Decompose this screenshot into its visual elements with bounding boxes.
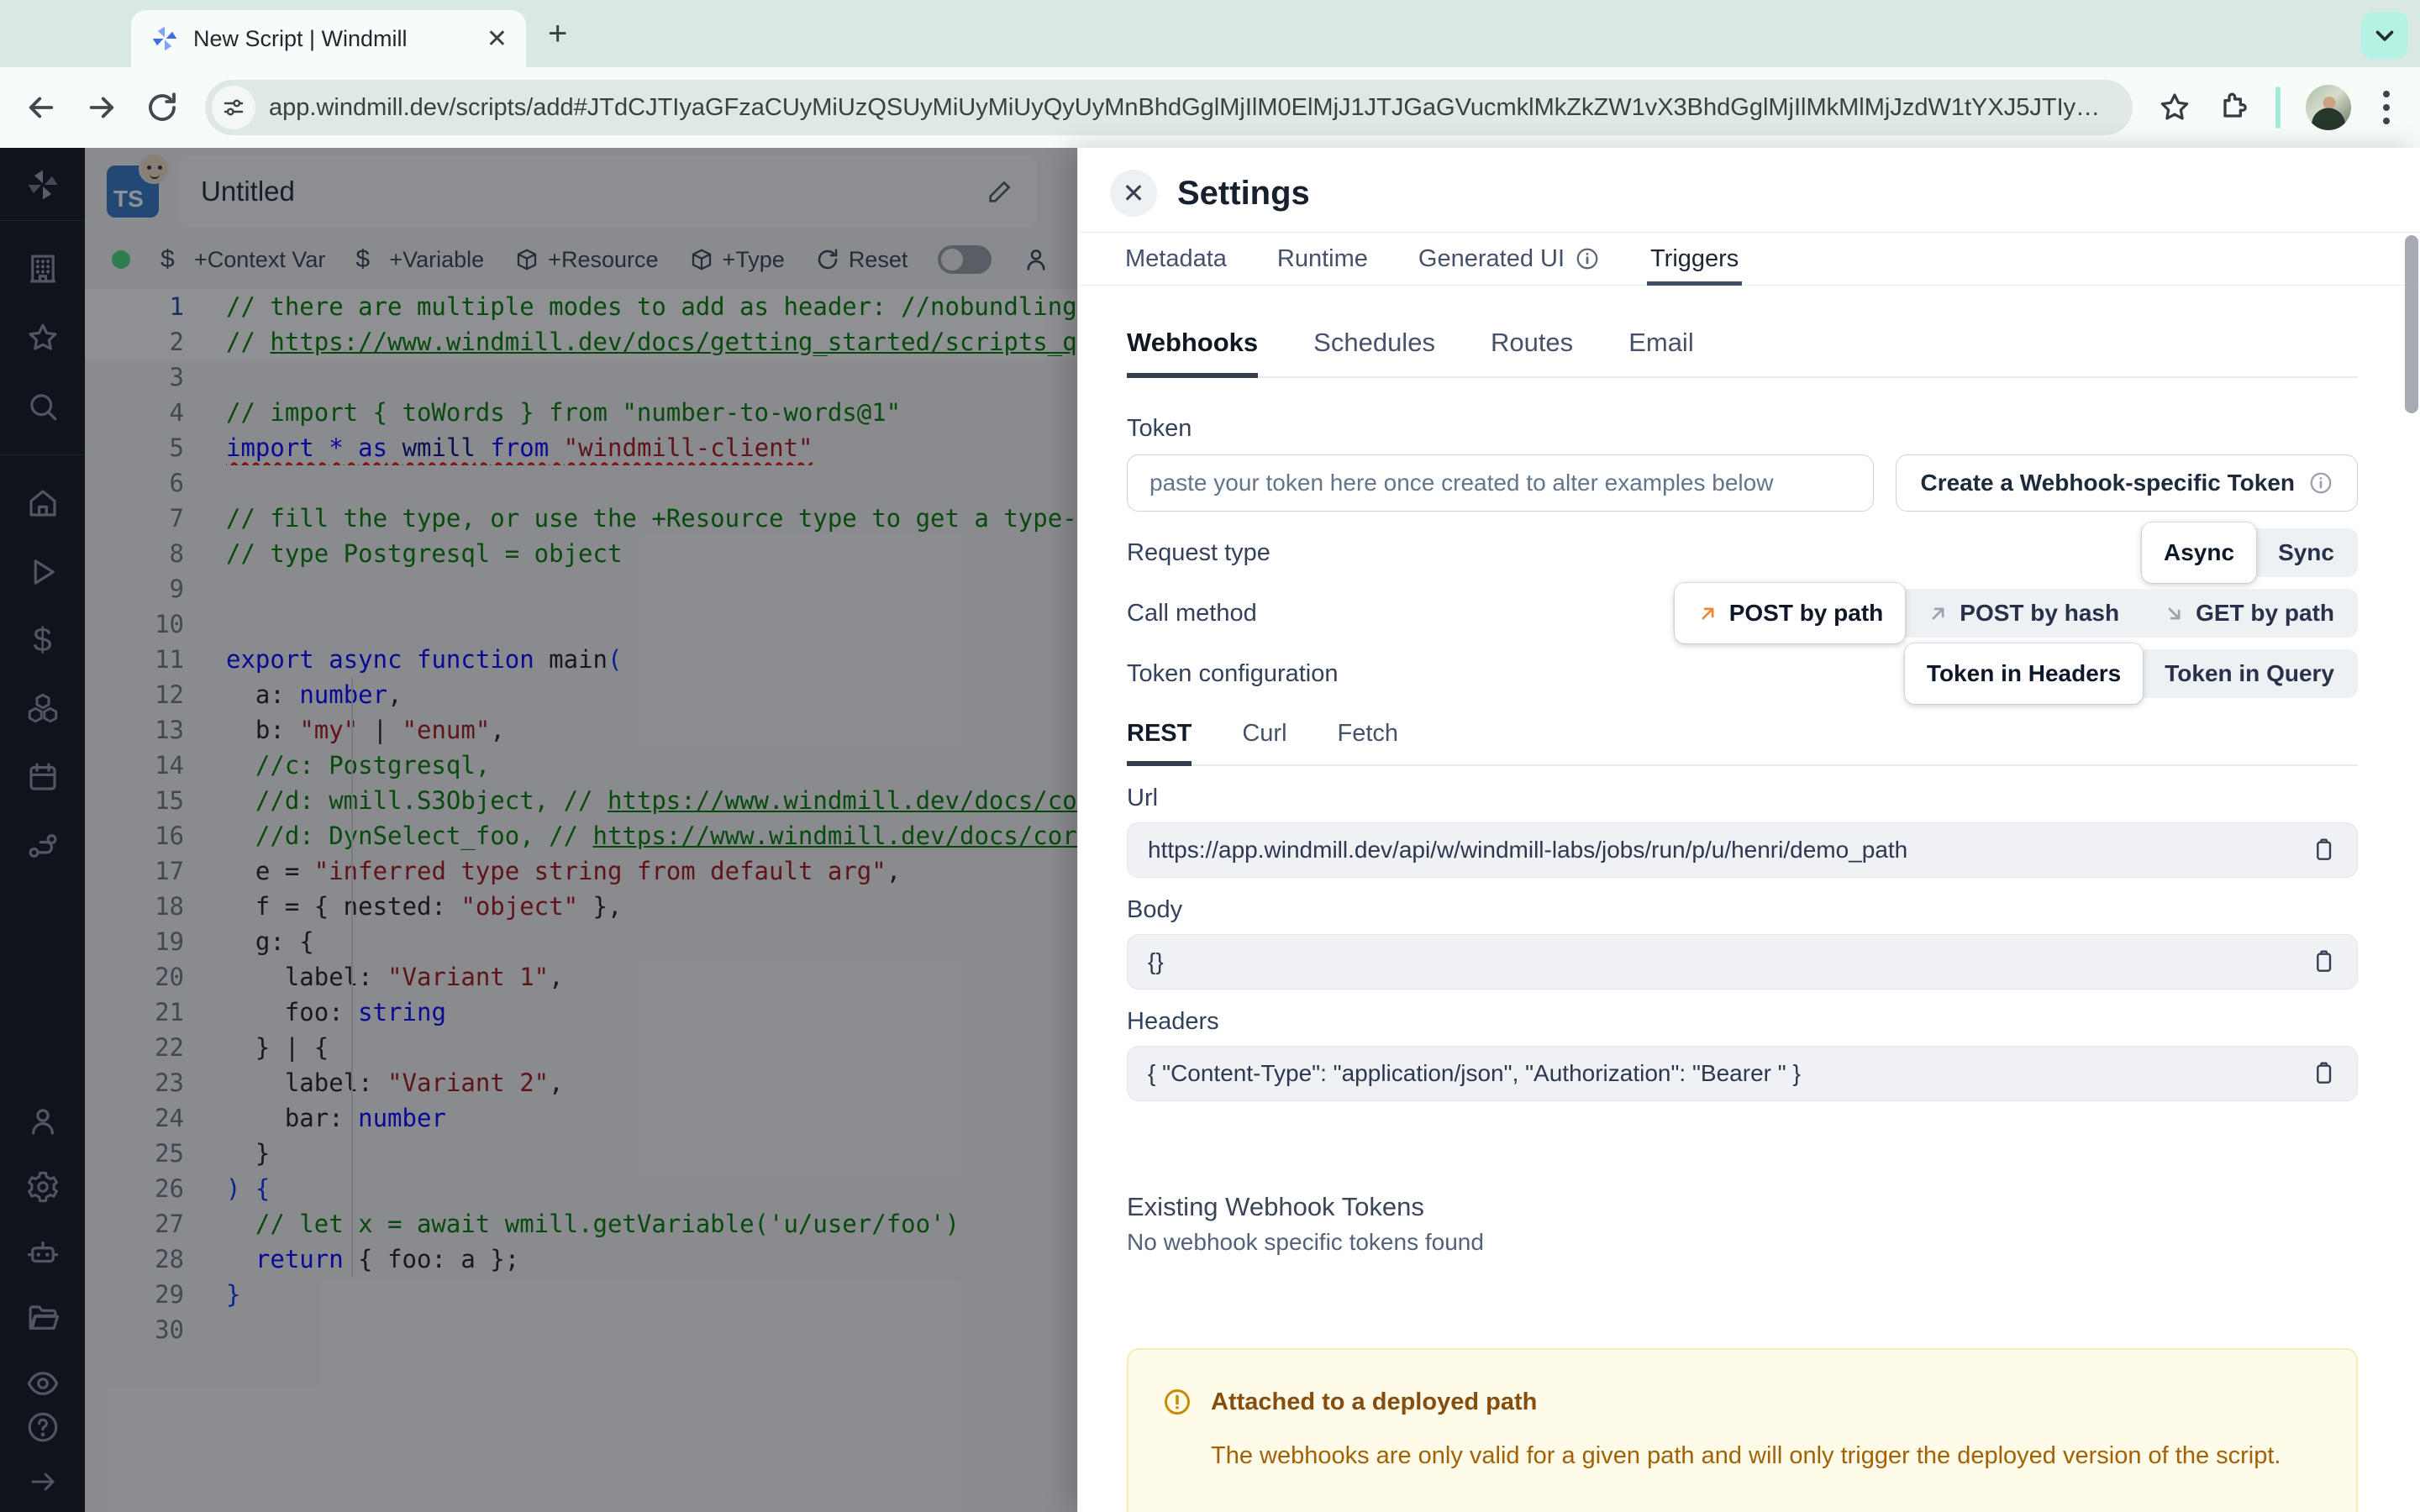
example-tabs: REST Curl Fetch: [1127, 720, 2358, 766]
profile-avatar[interactable]: [2306, 85, 2351, 130]
headers-value: { "Content-Type": "application/json", "A…: [1148, 1060, 1801, 1086]
existing-tokens-title: Existing Webhook Tokens: [1127, 1192, 1424, 1221]
drawer-header: ✕ Settings: [1078, 148, 2420, 232]
token-label: Token: [1127, 415, 1192, 442]
token-configuration-row: Token configuration Token in Headers Tok…: [1127, 643, 2358, 704]
triggers-panel: Webhooks Schedules Routes Email Token Cr…: [1078, 286, 2420, 1512]
site-settings-icon[interactable]: [212, 86, 255, 129]
copy-clipboard-icon[interactable]: [2310, 948, 2337, 975]
token-configuration-label: Token configuration: [1127, 659, 1339, 687]
tab-email[interactable]: Email: [1628, 328, 1694, 376]
toolbar-separator: [2275, 87, 2281, 129]
back-icon[interactable]: [24, 90, 59, 125]
copy-clipboard-icon[interactable]: [2310, 1060, 2337, 1087]
new-tab-icon[interactable]: +: [548, 17, 567, 50]
warning-message: The webhooks are only valid for a given …: [1211, 1442, 2281, 1469]
deployed-path-warning: Attached to a deployed path The webhooks…: [1127, 1348, 2358, 1512]
request-type-label: Request type: [1127, 538, 1270, 566]
address-bar[interactable]: app.windmill.dev/scripts/add#JTdCJTIyaGF…: [205, 80, 2133, 135]
windmill-favicon: [152, 26, 177, 51]
url-value: https://app.windmill.dev/api/w/windmill-…: [1148, 837, 1908, 863]
body-label: Body: [1127, 896, 1183, 923]
browser-chrome: New Script | Windmill ✕ + app.windmill.d…: [0, 0, 2420, 148]
tab-fetch[interactable]: Fetch: [1338, 720, 1399, 764]
url-field[interactable]: https://app.windmill.dev/api/w/windmill-…: [1127, 822, 2358, 878]
token-input[interactable]: [1127, 454, 1875, 512]
token-in-query[interactable]: Token in Query: [2143, 660, 2356, 687]
screen: New Script | Windmill ✕ + app.windmill.d…: [0, 0, 2420, 1512]
request-type-sync[interactable]: Sync: [2256, 539, 2356, 566]
extensions-puzzle-icon[interactable]: [2217, 91, 2250, 124]
browser-toolbar: app.windmill.dev/scripts/add#JTdCJTIyaGF…: [0, 67, 2420, 148]
tab-generated-ui[interactable]: Generated UI: [1418, 233, 1600, 285]
tab-close-icon[interactable]: ✕: [487, 24, 508, 54]
call-method-label: Call method: [1127, 599, 1257, 627]
headers-label: Headers: [1127, 1008, 1219, 1035]
token-configuration-toggle: Token in Headers Token in Query: [1902, 643, 2358, 704]
tab-schedules[interactable]: Schedules: [1313, 328, 1435, 376]
drawer-scrollbar[interactable]: [2405, 235, 2418, 413]
browser-menu-icon[interactable]: [2376, 91, 2396, 124]
warning-icon: [1165, 1389, 1190, 1415]
arrow-up-right-icon: [1932, 607, 1944, 619]
request-type-async[interactable]: Async: [2142, 522, 2257, 583]
drawer-backdrop[interactable]: [0, 148, 1077, 1512]
warning-title: Attached to a deployed path: [1211, 1388, 1538, 1415]
call-method-row: Call method POST by path POST by hash GE…: [1127, 583, 2358, 643]
request-type-toggle: Async Sync: [2140, 522, 2358, 583]
info-icon: [1576, 248, 1598, 270]
bookmark-star-icon[interactable]: [2158, 91, 2191, 124]
tab-rest[interactable]: REST: [1127, 720, 1192, 766]
tab-triggers[interactable]: Triggers: [1647, 233, 1743, 286]
body-field[interactable]: {}: [1127, 934, 2358, 990]
call-method-toggle: POST by path POST by hash GET by path: [1672, 583, 2358, 643]
trigger-type-tabs: Webhooks Schedules Routes Email: [1127, 328, 2358, 378]
existing-tokens-empty: No webhook specific tokens found: [1127, 1229, 1484, 1255]
browser-tab[interactable]: New Script | Windmill ✕: [131, 10, 526, 67]
tab-title: New Script | Windmill: [193, 25, 408, 51]
url-label: Url: [1127, 785, 1159, 811]
tab-curl[interactable]: Curl: [1242, 720, 1286, 764]
arrow-up-right-icon: [1702, 607, 1714, 619]
tab-search-chevron-button[interactable]: [2361, 12, 2408, 59]
call-method-get-by-path[interactable]: GET by path: [2141, 600, 2356, 627]
tab-strip: New Script | Windmill ✕ +: [0, 0, 2420, 67]
close-icon[interactable]: ✕: [1110, 170, 1157, 217]
arrow-down-right-icon: [2168, 607, 2181, 619]
reload-icon[interactable]: [145, 90, 180, 125]
chevron-down-icon: [2375, 30, 2394, 41]
forward-icon[interactable]: [84, 90, 119, 125]
request-type-row: Request type Async Sync: [1127, 522, 2358, 583]
url-text[interactable]: app.windmill.dev/scripts/add#JTdCJTIyaGF…: [269, 94, 2124, 122]
app-area: $ TS Untitled $ +Context Var $ +Variable…: [0, 148, 2420, 1512]
call-method-post-by-hash[interactable]: POST by hash: [1905, 600, 2141, 627]
copy-clipboard-icon[interactable]: [2310, 837, 2337, 864]
body-value: {}: [1148, 948, 1164, 974]
token-row: Create a Webhook-specific Token: [1127, 454, 2358, 512]
call-method-post-by-path[interactable]: POST by path: [1674, 583, 1906, 643]
tab-runtime[interactable]: Runtime: [1277, 233, 1368, 285]
tab-metadata[interactable]: Metadata: [1125, 233, 1227, 285]
tab-routes[interactable]: Routes: [1491, 328, 1573, 376]
settings-drawer: ✕ Settings Metadata Runtime Generated UI…: [1077, 148, 2420, 1512]
drawer-title: Settings: [1177, 174, 1310, 212]
settings-tabs: Metadata Runtime Generated UI Triggers: [1078, 232, 2420, 286]
tab-webhooks[interactable]: Webhooks: [1127, 328, 1259, 378]
token-in-headers[interactable]: Token in Headers: [1904, 643, 2144, 704]
create-webhook-token-button[interactable]: Create a Webhook-specific Token: [1896, 454, 2358, 512]
info-icon: [2310, 472, 2332, 494]
headers-field[interactable]: { "Content-Type": "application/json", "A…: [1127, 1046, 2358, 1101]
